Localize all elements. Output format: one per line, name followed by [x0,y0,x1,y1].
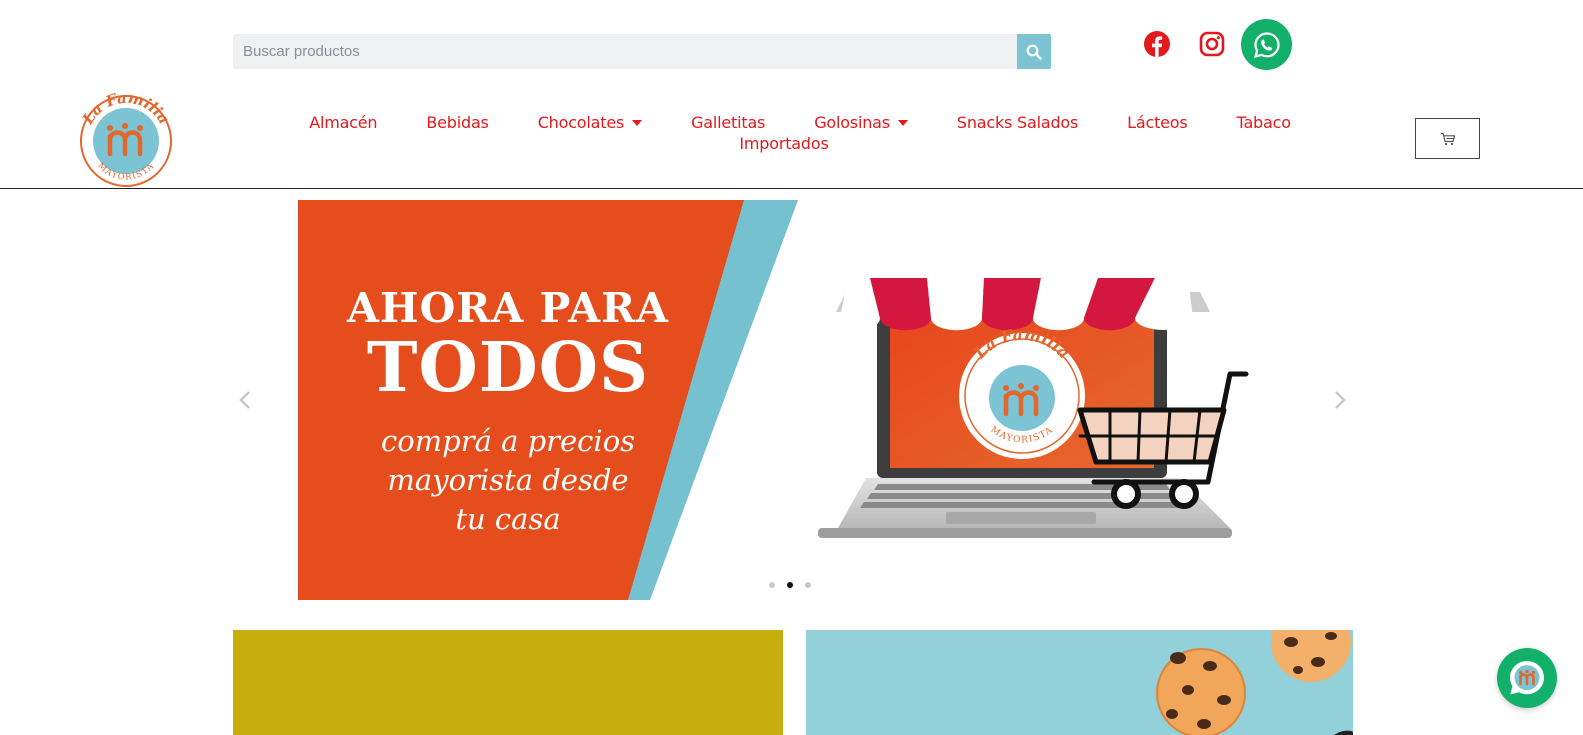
nav-item-galletitas[interactable]: Galletitas [691,114,765,132]
slider-pagination [769,582,811,588]
hero-slider[interactable]: La Familia MAYORISTA AHORA PARA TODOS co… [298,200,1360,600]
nav-item-label: Tabaco [1236,113,1291,132]
facebook-link[interactable] [1141,28,1173,60]
nav-item-label: Lácteos [1127,113,1188,132]
nav-item-label: Galletitas [691,113,766,132]
slide-subtitle-line: tu casa [455,502,561,536]
slide-subtitle: comprá a precios mayorista desde tu casa [338,422,678,539]
nav-item-importados[interactable]: Importados [739,135,828,153]
slider-dot[interactable] [769,582,775,588]
floating-whatsapp-button[interactable] [1497,648,1557,708]
nav-item-label: Snacks Salados [956,113,1079,132]
main-nav: Almacén Bebidas Chocolates Galletitas Go… [255,114,1345,153]
nav-item-label: Bebidas [426,113,489,132]
nav-item-tabaco[interactable]: Tabaco [1237,114,1291,132]
nav-item-lacteos[interactable]: Lácteos [1127,113,1188,132]
nav-item-bebidas[interactable]: Bebidas [426,113,489,132]
slide-heading-1: AHORA PARA [347,284,669,332]
nav-item-golosinas[interactable]: Golosinas [814,114,908,132]
whatsapp-chat-icon [1510,661,1544,695]
facebook-icon [1144,31,1170,57]
search-input[interactable] [233,34,1017,69]
search-button[interactable] [1017,34,1051,69]
slide-subtitle-line: mayorista desde [387,463,629,497]
logo-graphic: La Familia MAYORISTA [78,89,173,187]
cookies-image [1156,630,1353,735]
slider-dot-active[interactable] [787,582,793,588]
slide-heading-2: TODOS [366,328,650,408]
nav-item-chocolates[interactable]: Chocolates [537,113,643,132]
slider-dot[interactable] [805,582,811,588]
search-icon [1026,44,1042,60]
nav-item-label: Golosinas [814,113,890,132]
cart-icon [1440,132,1455,145]
nav-item-label: Chocolates [537,113,625,132]
chevron-left-icon [239,391,250,409]
promo-banner-right[interactable] [806,630,1353,735]
nav-item-snacks-salados[interactable]: Snacks Salados [957,114,1078,132]
cart-button[interactable] [1415,118,1480,159]
nav-item-almacen[interactable]: Almacén [309,114,377,132]
instagram-icon [1199,31,1225,57]
search-bar [233,34,1051,69]
nav-item-label: Importados [739,134,829,153]
instagram-link[interactable] [1196,28,1228,60]
header-divider [0,188,1583,189]
whatsapp-icon [1253,31,1280,58]
site-logo[interactable]: La Familia MAYORISTA [77,86,175,188]
promo-banner-left[interactable] [233,630,783,735]
nav-item-label: Almacén [309,113,378,132]
whatsapp-link[interactable] [1241,19,1292,70]
slide-subtitle-line: comprá a precios [380,424,636,458]
slider-next-button[interactable] [1330,388,1350,412]
caret-down-icon [632,120,643,126]
caret-down-icon [897,120,908,126]
slider-prev-button[interactable] [235,388,255,412]
chevron-right-icon [1335,391,1346,409]
